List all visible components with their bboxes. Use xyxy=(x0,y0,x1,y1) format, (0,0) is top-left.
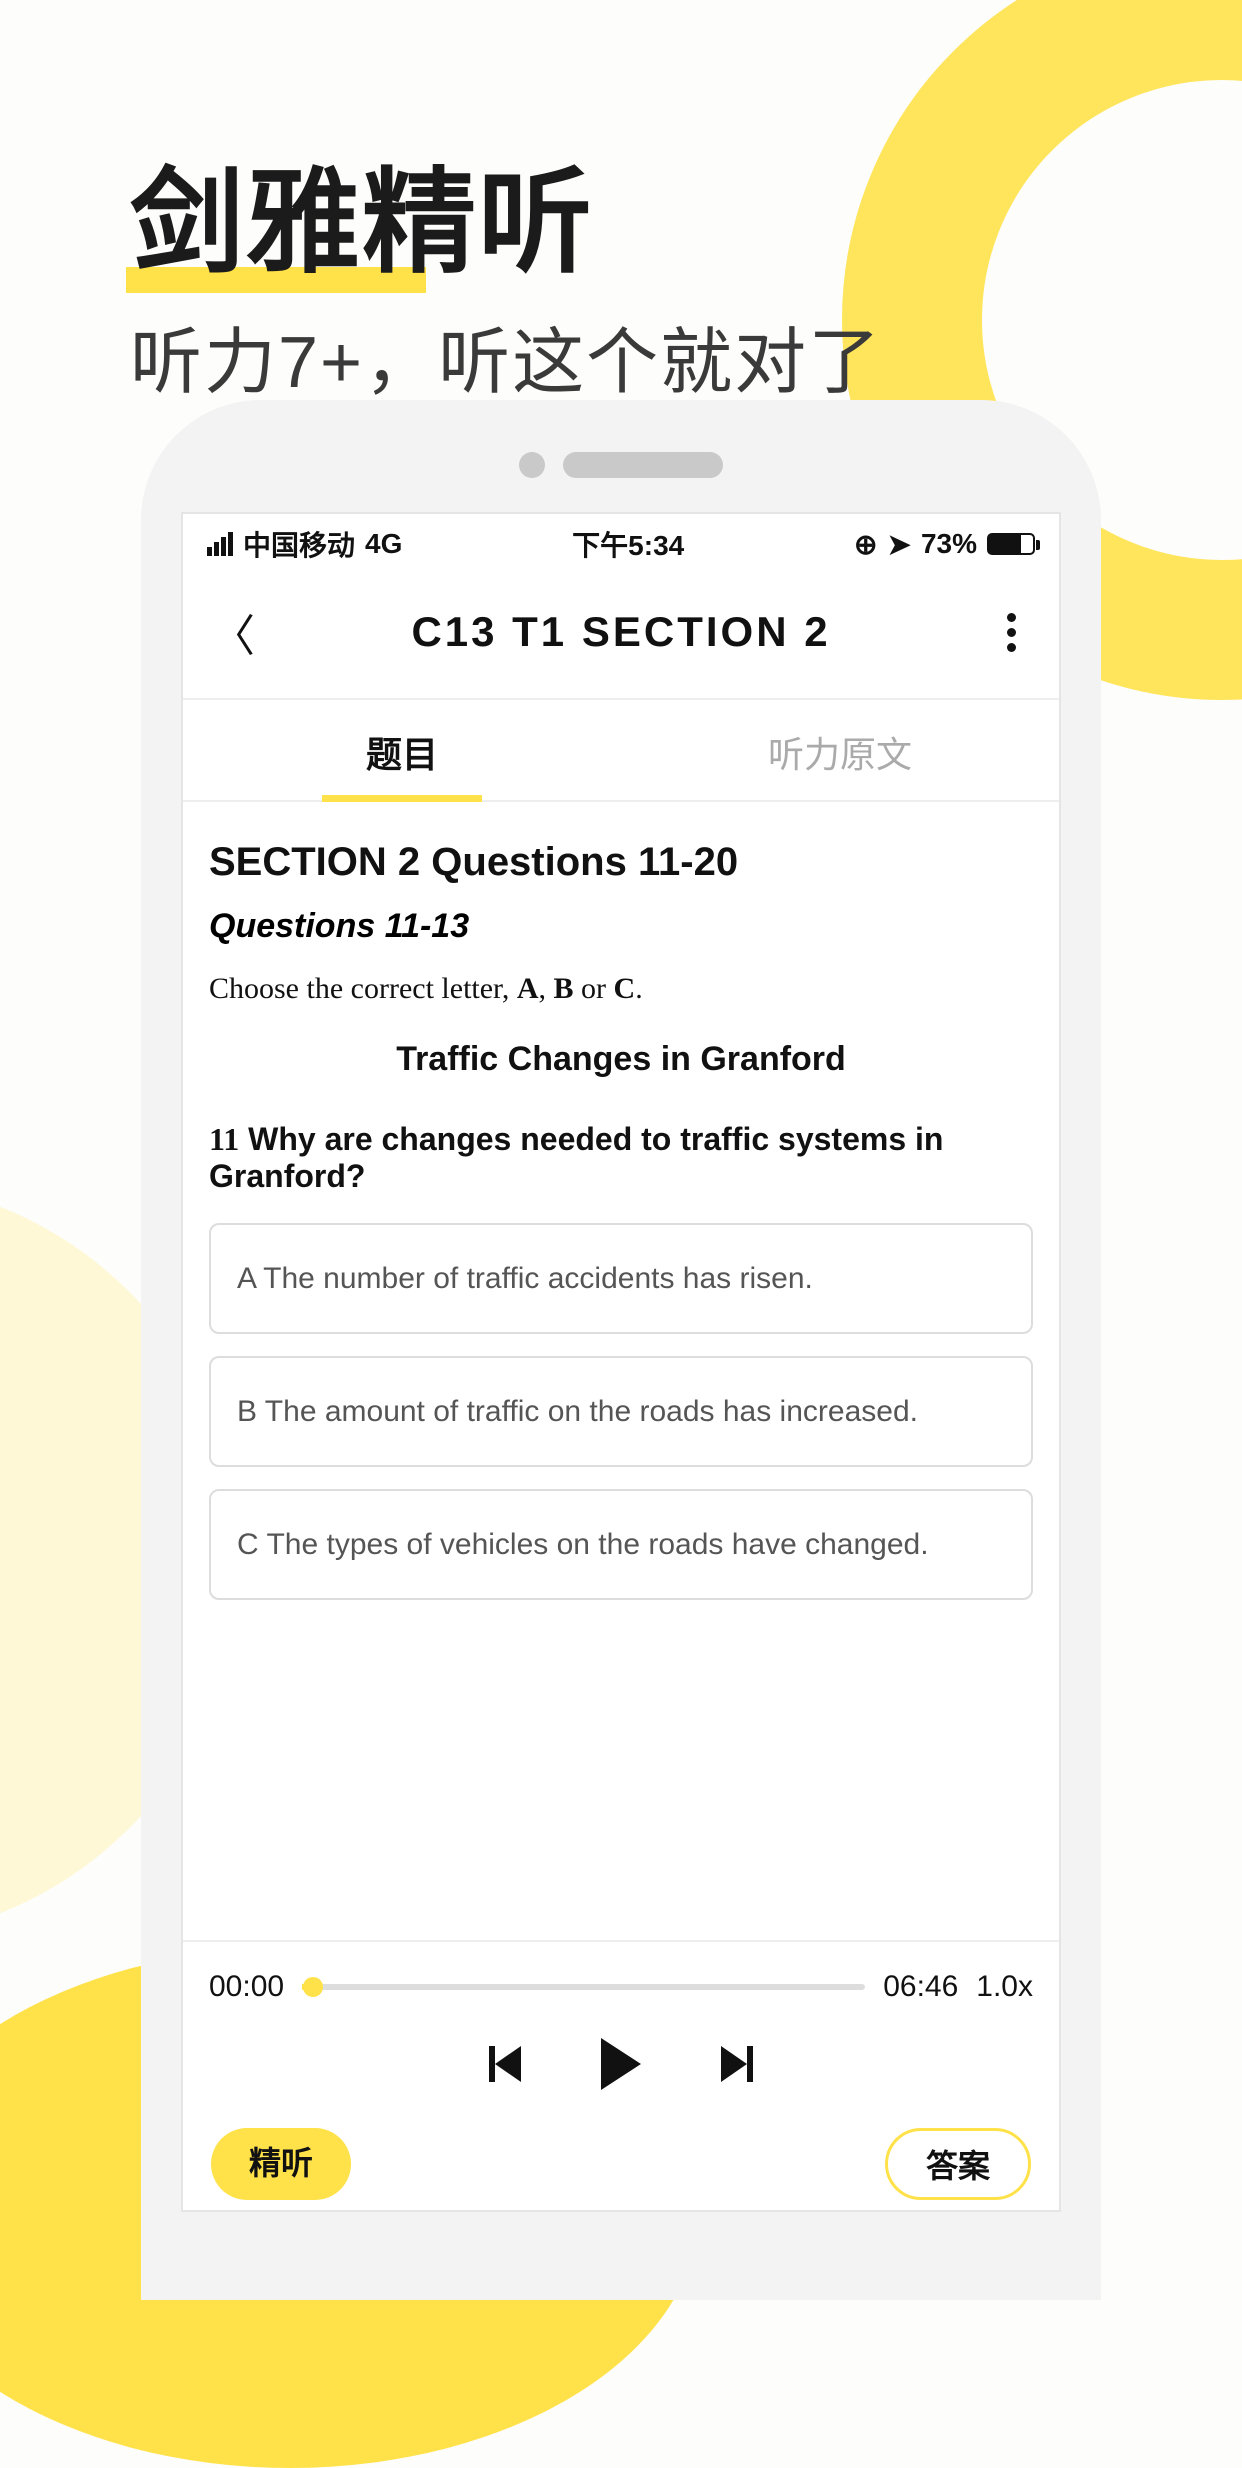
topic-heading: Traffic Changes in Granford xyxy=(209,1040,1033,1079)
prev-button[interactable] xyxy=(489,2046,521,2082)
more-button[interactable] xyxy=(991,613,1031,652)
section-title: SECTION 2 Questions 11-20 xyxy=(209,840,1033,885)
marketing-subtitle: 听力7+，听这个就对了 xyxy=(130,303,1110,408)
time-total: 06:46 xyxy=(883,1970,958,2004)
question-range: Questions 11-13 xyxy=(209,907,1033,946)
choice-a[interactable]: A The number of traffic accidents has ri… xyxy=(209,1223,1033,1334)
audio-player: 00:00 06:46 1.0x 精听 答案 xyxy=(183,1940,1059,2210)
answer-button[interactable]: 答案 xyxy=(885,2128,1031,2200)
seek-knob[interactable] xyxy=(303,1977,323,1997)
nav-title: C13 T1 SECTION 2 xyxy=(251,608,991,656)
instruction-text: Choose the correct letter, A, B or C. xyxy=(209,972,1033,1006)
question-11: 11 Why are changes needed to traffic sys… xyxy=(209,1121,1033,1195)
next-button[interactable] xyxy=(721,2046,753,2082)
rotation-lock-icon: ⊕ xyxy=(854,528,877,561)
intensive-listening-button[interactable]: 精听 xyxy=(211,2128,351,2200)
playback-speed[interactable]: 1.0x xyxy=(976,1970,1033,2004)
content-scroll[interactable]: SECTION 2 Questions 11-20 Questions 11-1… xyxy=(183,802,1059,1940)
phone-screen: 中国移动 4G 下午5:34 ⊕ ➤ 73% 〈 C13 T1 SECTION … xyxy=(181,512,1061,2212)
marketing-title: 剑雅精听 xyxy=(130,130,594,295)
signal-icon xyxy=(207,532,233,556)
phone-speaker xyxy=(181,452,1061,478)
carrier-label: 中国移动 xyxy=(243,524,355,564)
battery-pct: 73% xyxy=(921,528,977,560)
tab-bar: 题目 听力原文 xyxy=(183,700,1059,802)
battery-icon xyxy=(987,533,1035,555)
network-label: 4G xyxy=(365,528,402,560)
seek-track[interactable] xyxy=(302,1984,865,1990)
choice-c[interactable]: C The types of vehicles on the roads hav… xyxy=(209,1489,1033,1600)
play-button[interactable] xyxy=(601,2038,641,2090)
tab-transcript[interactable]: 听力原文 xyxy=(621,700,1059,800)
back-button[interactable]: 〈 xyxy=(211,600,251,664)
time-current: 00:00 xyxy=(209,1970,284,2004)
choice-b[interactable]: B The amount of traffic on the roads has… xyxy=(209,1356,1033,1467)
phone-frame: 中国移动 4G 下午5:34 ⊕ ➤ 73% 〈 C13 T1 SECTION … xyxy=(141,400,1101,2300)
tab-questions[interactable]: 题目 xyxy=(183,700,621,800)
nav-bar: 〈 C13 T1 SECTION 2 xyxy=(183,570,1059,700)
status-time: 下午5:34 xyxy=(402,524,854,564)
status-bar: 中国移动 4G 下午5:34 ⊕ ➤ 73% xyxy=(183,514,1059,570)
location-icon: ➤ xyxy=(887,528,910,561)
